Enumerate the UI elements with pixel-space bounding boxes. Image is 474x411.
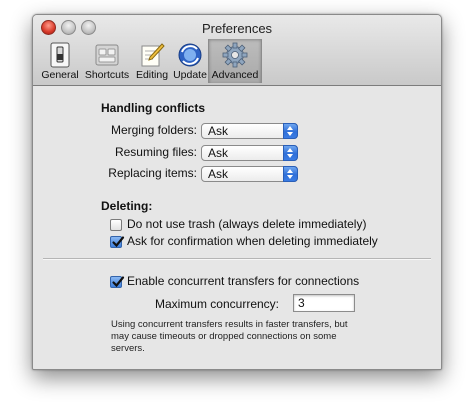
toolbar-item-update[interactable]: Update [172,39,208,83]
note-line: Using concurrent transfers results in fa… [111,319,348,330]
do-not-use-trash-label: Do not use trash (always delete immediat… [127,217,367,231]
ask-confirmation-label: Ask for confirmation when deleting immed… [127,234,378,248]
keyboard-icon [95,44,119,66]
deleting-heading: Deleting: [101,199,153,213]
toolbar-label: Update [173,69,207,81]
toolbar-label: Shortcuts [84,69,130,81]
popup-value: Ask [208,124,229,138]
enable-concurrent-checkbox[interactable] [110,276,125,288]
resuming-files-popup[interactable]: Ask [201,145,298,161]
window-title: Preferences [201,21,273,36]
merging-folders-popup[interactable]: Ask [201,123,298,139]
checkmark-icon [112,236,125,248]
popup-arrows-icon [283,166,298,182]
pencil-paper-icon [141,43,165,67]
toolbar-item-shortcuts[interactable]: Shortcuts [82,39,132,83]
toolbar-label: General [41,69,79,81]
checkmark-icon [112,276,125,288]
popup-arrows-icon [283,145,298,161]
refresh-globe-icon [178,43,202,67]
ask-confirmation-checkbox[interactable] [110,236,125,248]
maximum-concurrency-label: Maximum concurrency: [154,297,279,311]
note-line: servers. [111,343,145,354]
concurrency-note: Using concurrent transfers results in fa… [111,319,348,355]
note-line: may cause timeouts or dropped connection… [111,331,337,342]
replacing-items-label: Replacing items: [108,166,197,180]
toolbar-label: Editing [135,69,169,81]
toolbar-item-advanced[interactable]: Advanced [208,39,262,83]
popup-value: Ask [208,146,229,160]
section-divider [43,258,431,260]
popup-arrows-icon [283,123,298,139]
merging-folders-label: Merging folders: [110,123,197,137]
do-not-use-trash-checkbox[interactable] [110,219,122,231]
handling-conflicts-heading: Handling conflicts [101,101,206,115]
gear-icon [222,42,248,68]
maximum-concurrency-field[interactable]: 3 [293,294,355,312]
popup-value: Ask [208,167,229,181]
preferences-window: Preferences General Shortcuts Editing Up… [32,14,442,370]
advanced-pane: Handling conflicts Merging folders: Ask … [33,86,441,369]
switch-icon [50,42,70,68]
toolbar-label: Advanced [211,69,259,81]
toolbar-item-editing[interactable]: Editing [132,39,172,83]
toolbar-item-general[interactable]: General [38,39,82,83]
replacing-items-popup[interactable]: Ask [201,166,298,182]
enable-concurrent-label: Enable concurrent transfers for connecti… [127,274,360,288]
resuming-files-label: Resuming files: [114,145,197,159]
titlebar: Preferences General Shortcuts Editing Up… [33,15,441,86]
